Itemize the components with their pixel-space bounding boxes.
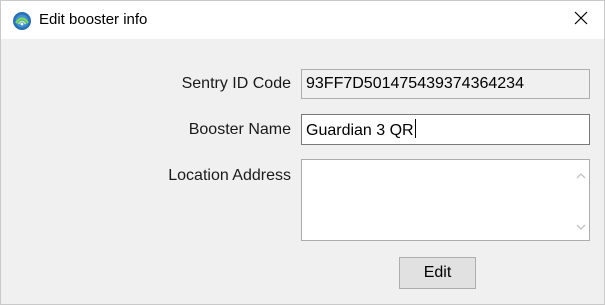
- edit-button[interactable]: Edit: [399, 257, 476, 289]
- sentry-id-label: Sentry ID Code: [181, 75, 291, 92]
- title-bar[interactable]: Edit booster info: [1, 1, 604, 39]
- booster-name-label: Booster Name: [188, 121, 291, 138]
- booster-name-input[interactable]: Guardian 3 QR: [301, 114, 590, 145]
- booster-name-value: Guardian 3 QR: [306, 122, 414, 139]
- location-address-textarea[interactable]: [301, 159, 590, 241]
- close-icon: [574, 11, 588, 30]
- sentry-id-field[interactable]: 93FF7D501475439374364234: [301, 69, 590, 99]
- scroll-down-button[interactable]: [572, 218, 589, 235]
- booster-app-icon: [12, 11, 32, 31]
- vertical-scrollbar[interactable]: [572, 160, 589, 240]
- scroll-up-button[interactable]: [572, 166, 589, 183]
- location-address-label: Location Address: [168, 167, 291, 184]
- chevron-up-icon: [576, 166, 586, 184]
- chevron-down-icon: [576, 218, 586, 236]
- close-button[interactable]: [557, 1, 604, 39]
- text-caret: [414, 119, 416, 138]
- edit-booster-dialog: Edit booster info Sentry ID Code 93FF7D5…: [0, 0, 605, 305]
- window-title: Edit booster info: [39, 11, 148, 28]
- sentry-id-value: 93FF7D501475439374364234: [306, 75, 524, 92]
- dialog-content: Sentry ID Code 93FF7D501475439374364234 …: [1, 39, 604, 304]
